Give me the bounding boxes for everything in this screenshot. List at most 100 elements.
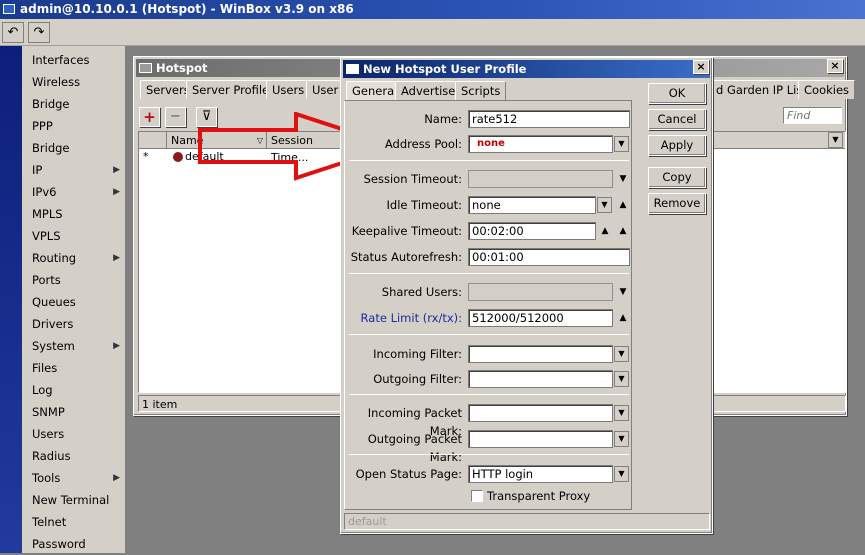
open-status-page-dropdown-icon[interactable]: ▼ — [614, 466, 629, 482]
copy-button[interactable]: Copy — [648, 167, 706, 188]
menu-item-label: Wireless — [32, 75, 81, 89]
address-pool-select[interactable]: none — [468, 135, 613, 153]
menu-item-tools[interactable]: Tools ▶ — [22, 467, 126, 489]
submenu-arrow-icon: ▶ — [113, 341, 120, 351]
row-flag: * — [143, 150, 149, 163]
tab-advertise[interactable]: Advertise — [395, 81, 462, 100]
divider — [349, 394, 629, 395]
outgoing-filter-select[interactable] — [468, 370, 613, 388]
menu-item-label: Queues — [32, 295, 76, 309]
menu-item-bridge[interactable]: Bridge — [22, 93, 126, 115]
window-icon — [139, 63, 152, 73]
menu-item-radius[interactable]: Radius — [22, 445, 126, 467]
name-field[interactable]: rate512 — [468, 110, 630, 128]
apply-button[interactable]: Apply — [648, 135, 706, 156]
collapse-up-icon[interactable]: ▲ — [617, 196, 629, 214]
menu-item-bridge[interactable]: Bridge — [22, 137, 126, 159]
idle-timeout-dropdown-icon[interactable]: ▼ — [597, 197, 612, 213]
menu-item-log[interactable]: Log — [22, 379, 126, 401]
incoming-filter-dropdown-icon[interactable]: ▼ — [614, 346, 629, 362]
menu-item-drivers[interactable]: Drivers — [22, 313, 126, 335]
main-menu: Interfaces Wireless Bridge PPP Bridge IP ▶ IPv6… — [22, 46, 126, 553]
menu-item-label: Drivers — [32, 317, 74, 331]
submenu-arrow-icon: ▶ — [113, 253, 120, 263]
menu-item-label: Bridge — [32, 141, 70, 155]
undo-icon[interactable]: ↶ — [2, 22, 24, 43]
menu-item-label: Bridge — [32, 97, 70, 111]
outgoing-packet-mark-select[interactable] — [468, 430, 613, 448]
window-icon — [346, 64, 359, 74]
collapse-up-icon[interactable]: ▲ — [617, 309, 629, 327]
tab-users[interactable]: Users — [266, 80, 311, 99]
menu-item-new-terminal[interactable]: New Terminal — [22, 489, 126, 511]
winbox-icon — [3, 4, 15, 14]
keepalive-timeout-field[interactable]: 00:02:00 — [468, 222, 596, 240]
menu-item-interfaces[interactable]: Interfaces — [22, 49, 126, 71]
tab-scripts[interactable]: Scripts — [455, 81, 507, 100]
menu-item-users[interactable]: Users — [22, 423, 126, 445]
incoming-packet-mark-dropdown-icon[interactable]: ▼ — [614, 405, 629, 421]
close-icon[interactable]: × — [693, 60, 709, 74]
app-title-bar: admin@10.10.0.1 (Hotspot) - WinBox v3.9 … — [0, 0, 865, 19]
cancel-button[interactable]: Cancel — [648, 109, 706, 130]
transparent-proxy-checkbox[interactable] — [471, 490, 483, 502]
open-status-page-select[interactable]: HTTP login — [468, 465, 613, 483]
divider — [349, 160, 629, 161]
menu-item-label: New Terminal — [32, 493, 110, 507]
menu-item-ipv6[interactable]: IPv6 ▶ — [22, 181, 126, 203]
address-pool-dropdown-icon[interactable]: ▼ — [614, 136, 629, 152]
hotspot-title: Hotspot — [156, 61, 208, 75]
menu-item-mpls[interactable]: MPLS — [22, 203, 126, 225]
tab-cookies[interactable]: Cookies — [798, 80, 856, 99]
outgoing-filter-label: Outgoing Filter: — [373, 372, 462, 386]
ok-button[interactable]: OK — [648, 83, 706, 104]
remove-button[interactable]: Remove — [648, 193, 706, 214]
menu-item-vpls[interactable]: VPLS — [22, 225, 126, 247]
menu-item-password[interactable]: Password — [22, 533, 126, 555]
general-form-panel: Name: rate512 Address Pool: none ▼ Sessi… — [344, 100, 632, 510]
expand-down-icon[interactable]: ▼ — [617, 170, 629, 188]
keepalive-timeout-label: Keepalive Timeout: — [351, 224, 462, 238]
collapse-up-icon[interactable]: ▲ — [617, 222, 629, 240]
address-pool-label: Address Pool: — [384, 137, 462, 151]
shared-users-field[interactable] — [468, 283, 613, 301]
menu-item-snmp[interactable]: SNMP — [22, 401, 126, 423]
menu-item-ip[interactable]: IP ▶ — [22, 159, 126, 181]
main-toolbar: ↶ ↷ — [0, 19, 865, 46]
menu-item-telnet[interactable]: Telnet — [22, 511, 126, 533]
outgoing-filter-dropdown-icon[interactable]: ▼ — [614, 371, 629, 387]
close-icon[interactable]: × — [827, 59, 843, 73]
transparent-proxy-label: Transparent Proxy — [487, 489, 591, 503]
columns-dropdown-icon[interactable]: ▼ — [828, 132, 843, 148]
remove-icon[interactable]: − — [165, 107, 186, 127]
add-icon[interactable]: + — [139, 107, 160, 127]
submenu-arrow-icon: ▶ — [113, 473, 120, 483]
status-autorefresh-field[interactable]: 00:01:00 — [468, 248, 630, 266]
session-timeout-label: Session Timeout: — [363, 172, 462, 186]
idle-timeout-field[interactable]: none — [468, 196, 596, 214]
flag-column-header — [139, 132, 167, 149]
menu-item-label: Ports — [32, 273, 61, 287]
menu-item-label: PPP — [32, 119, 53, 133]
session-timeout-field[interactable] — [468, 170, 613, 188]
menu-item-ppp[interactable]: PPP — [22, 115, 126, 137]
submenu-arrow-icon: ▶ — [113, 165, 120, 175]
rate-limit-label: Rate Limit (rx/tx): — [360, 311, 462, 325]
menu-item-label: VPLS — [32, 229, 61, 243]
redo-icon[interactable]: ↷ — [28, 22, 50, 43]
expand-down-icon[interactable]: ▼ — [617, 283, 629, 301]
find-input[interactable] — [783, 107, 842, 124]
menu-item-files[interactable]: Files — [22, 357, 126, 379]
incoming-filter-select[interactable] — [468, 345, 613, 363]
menu-item-ports[interactable]: Ports — [22, 269, 126, 291]
rate-limit-field[interactable]: 512000/512000 — [468, 309, 613, 327]
menu-item-wireless[interactable]: Wireless — [22, 71, 126, 93]
collapse-up-icon[interactable]: ▲ — [599, 222, 611, 240]
menu-item-routing[interactable]: Routing ▶ — [22, 247, 126, 269]
open-status-page-label: Open Status Page: — [355, 467, 462, 481]
menu-item-queues[interactable]: Queues — [22, 291, 126, 313]
menu-item-system[interactable]: System ▶ — [22, 335, 126, 357]
incoming-packet-mark-label: Incoming Packet Mark: — [367, 406, 462, 438]
outgoing-packet-mark-dropdown-icon[interactable]: ▼ — [614, 431, 629, 447]
incoming-packet-mark-select[interactable] — [468, 404, 613, 422]
